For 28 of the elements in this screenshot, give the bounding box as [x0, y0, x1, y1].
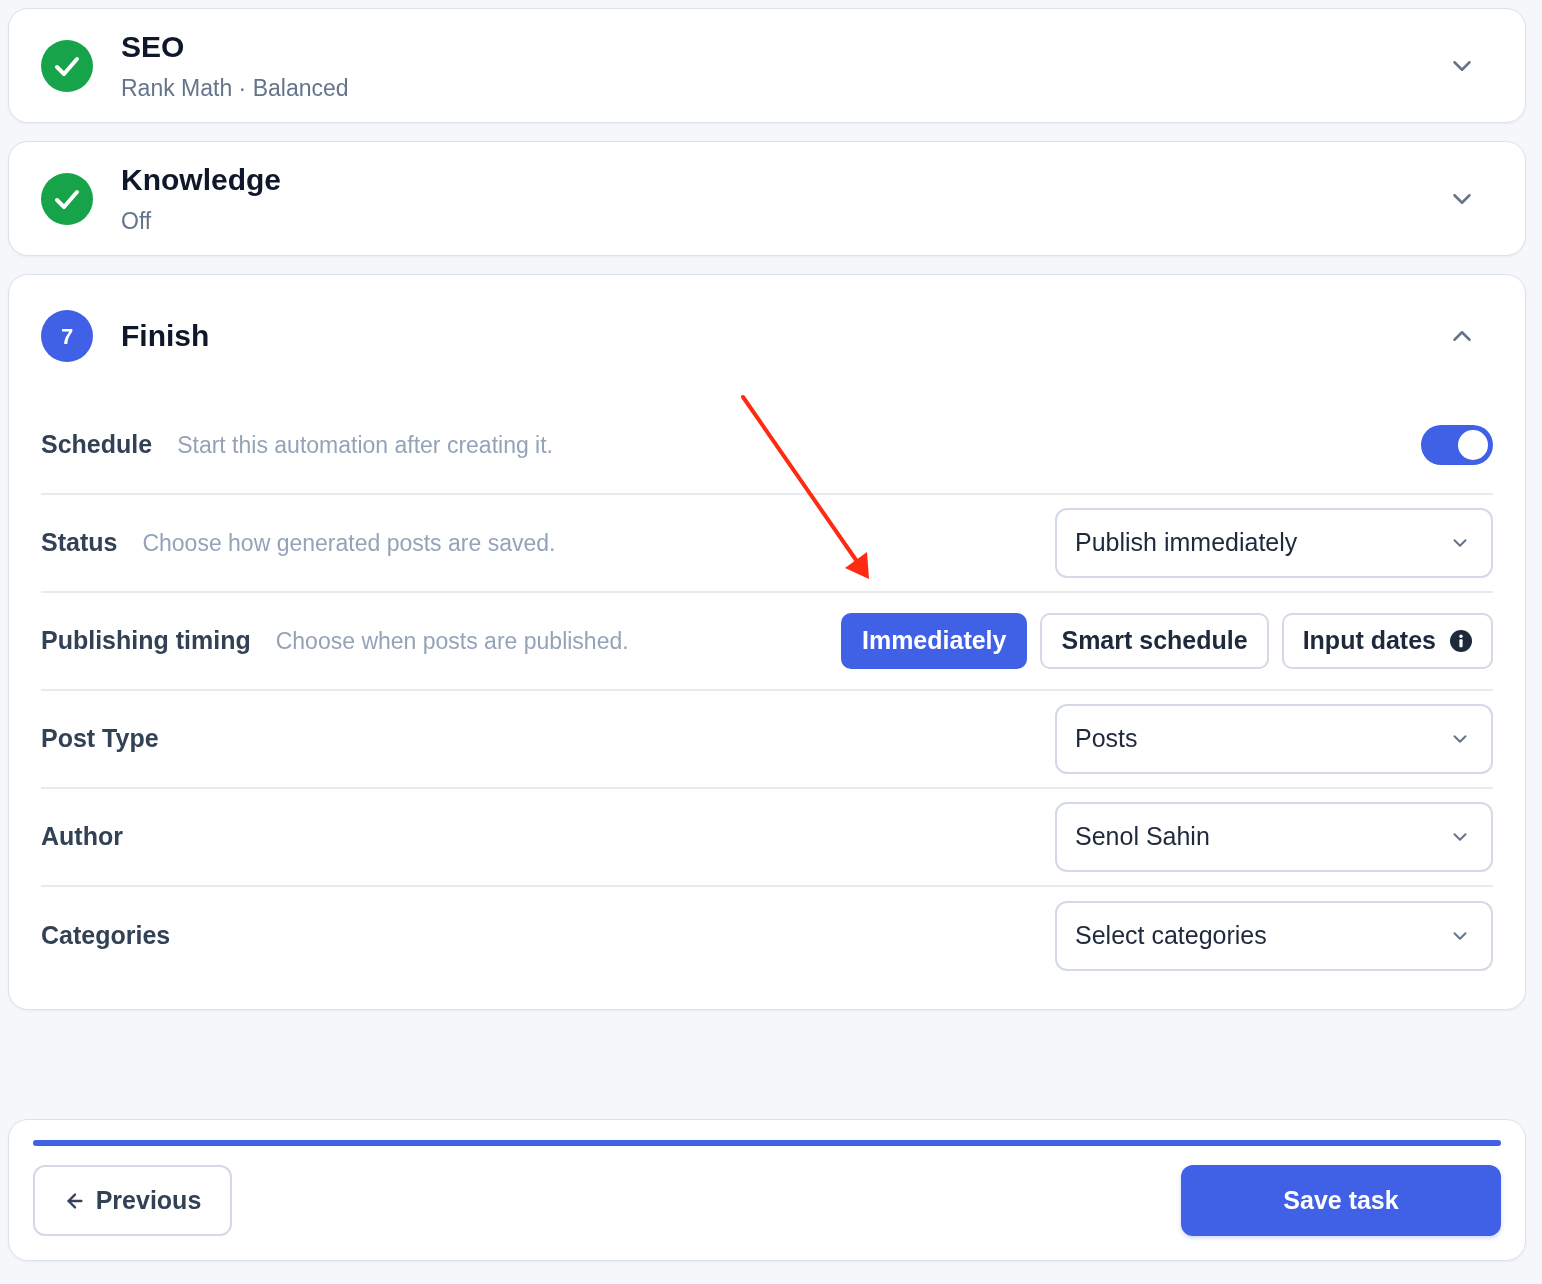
setting-label: Post Type — [41, 723, 159, 755]
step-summary: Off — [121, 206, 152, 236]
step-title: Knowledge — [121, 161, 281, 198]
segment-option[interactable]: Immediately — [840, 613, 1028, 669]
setting-description: Choose how generated posts are saved. — [142, 528, 556, 558]
check-circle-icon — [41, 39, 93, 92]
dropdown-select[interactable]: Posts — [1055, 704, 1493, 774]
step-summary: Rank Math · Balanced — [121, 73, 349, 103]
segment-option[interactable]: Smart schedule — [1040, 613, 1269, 669]
dropdown-select[interactable]: Publish immediately — [1055, 508, 1493, 578]
check-circle-icon — [41, 172, 93, 225]
step-title: Finish — [121, 318, 210, 354]
setting-label: Categories — [41, 920, 171, 952]
dropdown-select[interactable]: Select categories — [1055, 901, 1493, 971]
setting-label: Schedule — [41, 429, 153, 461]
toggle-knob — [1458, 430, 1488, 460]
setting-label: Publishing timing — [41, 625, 251, 657]
setting-label: Status — [41, 527, 118, 559]
previous-button[interactable]: Previous — [33, 1165, 232, 1236]
setting-description: Choose when posts are published. — [275, 626, 629, 656]
schedule-toggle[interactable] — [1421, 425, 1493, 465]
dropdown-select[interactable]: Senol Sahin — [1055, 802, 1493, 872]
step-number-badge: 7 — [41, 310, 93, 362]
save-button[interactable]: Save task — [1181, 1165, 1501, 1236]
step-title: SEO — [121, 28, 185, 65]
setting-label: Author — [41, 821, 123, 853]
setting-description: Start this automation after creating it. — [177, 430, 553, 460]
segment-option[interactable]: Input dates — [1281, 613, 1493, 669]
